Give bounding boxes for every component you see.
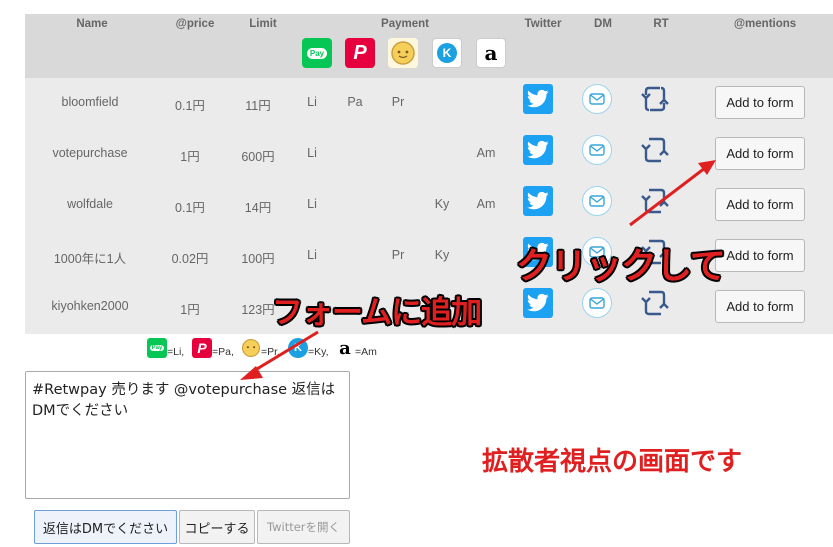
dm-button[interactable] bbox=[582, 135, 612, 165]
dm-button[interactable] bbox=[582, 288, 612, 318]
line-pay-icon: Pay bbox=[302, 38, 332, 68]
header-mentions: @mentions bbox=[733, 18, 797, 30]
row-pay-pr: Pr bbox=[391, 95, 405, 109]
add-to-form-button[interactable]: Add to form bbox=[715, 239, 805, 272]
add-to-form-button[interactable]: Add to form bbox=[715, 290, 805, 323]
legend-label: =Li, bbox=[167, 346, 185, 358]
header-dm: DM bbox=[594, 18, 612, 30]
row-pay-li: Li bbox=[307, 197, 317, 211]
legend-label: =Pa, bbox=[212, 346, 234, 358]
twitter-bird-icon bbox=[527, 140, 549, 159]
retweet-icon bbox=[641, 137, 669, 163]
table-row: bloomfield 0.1円 11円 Li Pa Pr Add to form bbox=[25, 78, 833, 129]
paypay-icon: P bbox=[192, 338, 212, 358]
table-row: wolfdale 0.1円 14円 Li Ky Am Add to form bbox=[25, 180, 833, 231]
paypay-icon: P bbox=[345, 38, 375, 68]
legend-label: =Pr, bbox=[261, 346, 280, 358]
twitter-bird-icon bbox=[527, 89, 549, 108]
add-to-form-button[interactable]: Add to form bbox=[715, 137, 805, 170]
row-price: 0.02円 bbox=[171, 252, 209, 266]
mail-icon bbox=[589, 144, 605, 156]
table-header: Name @price Limit Payment Twitter DM RT … bbox=[25, 14, 833, 78]
row-pay-am: Am bbox=[476, 146, 496, 160]
copy-button[interactable]: コピーする bbox=[179, 510, 255, 544]
mail-icon bbox=[589, 93, 605, 105]
row-price: 1円 bbox=[180, 303, 200, 317]
add-to-form-button[interactable]: Add to form bbox=[715, 86, 805, 119]
row-pay-li: Li bbox=[307, 146, 317, 160]
row-name: bloomfield bbox=[61, 95, 119, 109]
retweet-icon bbox=[641, 86, 669, 112]
row-price: 0.1円 bbox=[175, 201, 205, 215]
annotation-add-to-form: フォームに追加 bbox=[272, 295, 482, 331]
table-row: votepurchase 1円 600円 Li Am Add to form bbox=[25, 129, 833, 180]
row-limit: 600円 bbox=[241, 150, 275, 164]
pring-icon bbox=[241, 338, 261, 358]
header-price: @price bbox=[175, 18, 215, 30]
row-price: 1円 bbox=[180, 150, 200, 164]
retweet-button[interactable] bbox=[640, 186, 670, 216]
open-twitter-button[interactable]: Twitterを開く bbox=[257, 510, 350, 544]
row-name: 1000年に1人 bbox=[53, 252, 127, 266]
dm-button[interactable] bbox=[582, 186, 612, 216]
twitter-bird-icon bbox=[527, 293, 549, 312]
header-name: Name bbox=[76, 18, 108, 30]
add-to-form-button[interactable]: Add to form bbox=[715, 188, 805, 221]
twitter-button[interactable] bbox=[523, 135, 553, 165]
row-name: votepurchase bbox=[52, 146, 128, 160]
mail-icon bbox=[589, 297, 605, 309]
header-limit: Limit bbox=[249, 18, 277, 30]
tweet-textarea[interactable]: #Retwpay 売ります @votepurchase 返信はDMでください bbox=[25, 371, 350, 499]
pring-icon bbox=[388, 38, 418, 68]
legend-item-amazon: a =Am bbox=[335, 338, 377, 359]
twitter-button[interactable] bbox=[523, 186, 553, 216]
kyash-icon: K bbox=[432, 38, 462, 68]
header-twitter: Twitter bbox=[524, 18, 562, 30]
mail-icon bbox=[589, 195, 605, 207]
twitter-bird-icon bbox=[527, 191, 549, 210]
retweet-icon bbox=[641, 188, 669, 214]
row-limit: 100円 bbox=[241, 252, 275, 266]
row-price: 0.1円 bbox=[175, 99, 205, 113]
annotation-click: クリックして bbox=[516, 246, 726, 287]
kyash-icon: K bbox=[288, 338, 308, 358]
annotation-spreader-view: 拡散者視点の画面です bbox=[482, 447, 743, 477]
row-limit: 11円 bbox=[245, 99, 271, 113]
row-pay-pr: Pr bbox=[391, 248, 405, 262]
twitter-button[interactable] bbox=[523, 84, 553, 114]
legend-item-line-pay: Pay =Li, bbox=[147, 338, 184, 358]
row-pay-am: Am bbox=[476, 197, 496, 211]
row-pay-pa: Pa bbox=[347, 95, 363, 109]
legend-item-pring: =Pr, bbox=[241, 338, 280, 358]
row-pay-ky: Ky bbox=[434, 248, 450, 262]
legend-item-kyash: K =Ky, bbox=[288, 338, 329, 358]
row-limit: 14円 bbox=[244, 201, 272, 215]
retweet-button[interactable] bbox=[640, 135, 670, 165]
twitter-button[interactable] bbox=[523, 288, 553, 318]
reply-dm-button[interactable]: 返信はDMでください bbox=[34, 510, 177, 544]
amazon-icon: a bbox=[335, 338, 355, 359]
row-pay-li: Li bbox=[307, 248, 317, 262]
legend-item-paypay: P =Pa, bbox=[192, 338, 234, 358]
retweet-button[interactable] bbox=[640, 288, 670, 318]
row-name: kiyohken2000 bbox=[51, 299, 129, 313]
legend-label: =Am bbox=[355, 346, 377, 358]
amazon-icon: a bbox=[476, 38, 506, 68]
row-pay-li: Li bbox=[307, 95, 317, 109]
retweet-icon bbox=[641, 290, 669, 316]
header-payment: Payment bbox=[381, 18, 429, 30]
retweet-button[interactable] bbox=[640, 84, 670, 114]
legend-label: =Ky, bbox=[308, 346, 329, 358]
header-rt: RT bbox=[653, 18, 669, 30]
line-pay-icon: Pay bbox=[147, 338, 167, 358]
row-pay-ky: Ky bbox=[434, 197, 450, 211]
row-name: wolfdale bbox=[67, 197, 113, 211]
dm-button[interactable] bbox=[582, 84, 612, 114]
